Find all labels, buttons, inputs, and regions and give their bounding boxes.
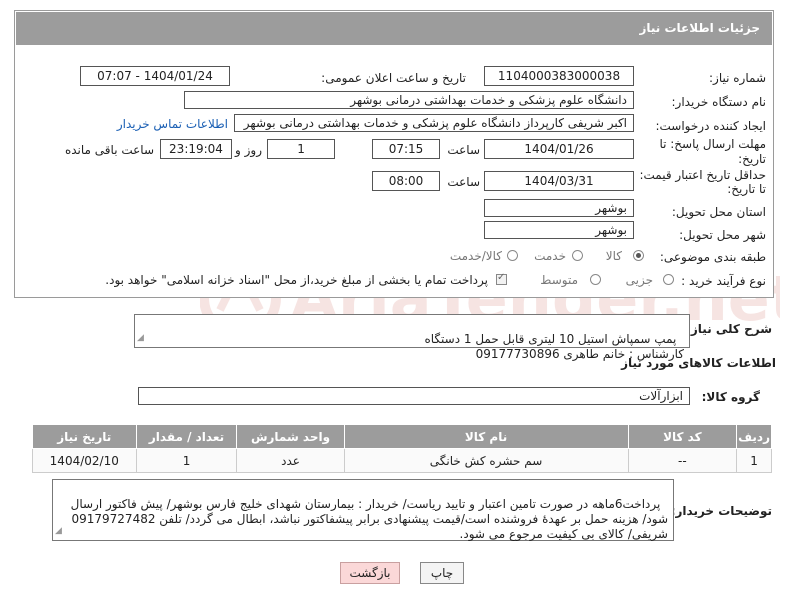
creator-field: اکبر شریفی کارپرداز دانشگاه علوم پزشکی و… <box>234 114 634 132</box>
buyer-notes-textarea[interactable]: پرداخت6ماهه در صورت تامین اعتبار و تایید… <box>52 479 674 541</box>
category-radio-service[interactable] <box>572 250 583 261</box>
deadline-date-field: 1404/01/26 <box>484 139 634 159</box>
cell-need-date: 1404/02/10 <box>32 448 137 473</box>
creator-label: ایجاد کننده درخواست: <box>655 119 766 133</box>
validity-time-field: 08:00 <box>372 171 440 191</box>
cell-item-name: سم حشره کش خانگی <box>343 448 629 473</box>
time-remaining-field: 23:19:04 <box>160 139 232 159</box>
time-remaining-label: ساعت باقی مانده <box>64 143 154 157</box>
deadline-time-field: 07:15 <box>372 139 440 159</box>
process-radio-medium[interactable] <box>590 274 601 285</box>
treasury-checkbox[interactable] <box>496 272 507 285</box>
announce-label: تاریخ و ساعت اعلان عمومی: <box>321 71 466 85</box>
cell-item-code: -- <box>627 448 738 473</box>
category-radio-both[interactable] <box>507 250 518 261</box>
city-label: شهر محل تحویل: <box>679 228 766 242</box>
print-button[interactable]: چاپ <box>420 562 464 584</box>
province-label: استان محل تحویل: <box>671 205 766 219</box>
contact-buyer-link[interactable]: اطلاعات تماس خریدار <box>117 117 228 131</box>
goods-section-title: اطلاعات کالاهای مورد نیاز <box>621 356 776 370</box>
description-label: شرح کلی نیاز: <box>686 322 772 336</box>
buyer-org-field: دانشگاه علوم پزشکی و خدمات بهداشتی درمان… <box>184 91 634 109</box>
col-item-name: نام کالا <box>343 424 629 449</box>
deadline-time-label: ساعت <box>447 143 480 157</box>
category-radio-goods[interactable] <box>633 250 644 261</box>
goods-table-header: ردیف کد کالا نام کالا واحد شمارش تعداد /… <box>32 424 772 449</box>
days-remaining-field: 1 <box>267 139 335 159</box>
panel-title: جزئیات اطلاعات نیاز <box>639 21 760 35</box>
buyer-notes-text: پرداخت6ماهه در صورت تامین اعتبار و تایید… <box>66 497 668 541</box>
col-row-number: ردیف <box>736 424 772 449</box>
deadline-label-date: تاریخ: <box>738 152 766 166</box>
treasury-note: پرداخت تمام یا بخشی از مبلغ خرید،از محل … <box>105 273 488 287</box>
need-number-field: 1104000383000038 <box>484 66 634 86</box>
province-field: بوشهر <box>484 199 634 217</box>
table-row: 1 -- سم حشره کش خانگی عدد 1 1404/02/10 <box>32 448 772 473</box>
back-button[interactable]: بازگشت <box>340 562 400 584</box>
announce-datetime-field: 1404/01/24 - 07:07 <box>80 66 230 86</box>
category-option-goods: کالا <box>605 249 622 263</box>
col-unit: واحد شمارش <box>236 424 345 449</box>
deadline-label: مهلت ارسال پاسخ: تا <box>659 137 766 151</box>
process-type-label: نوع فرآیند خرید : <box>681 274 766 288</box>
process-radio-minor[interactable] <box>663 274 674 285</box>
process-option-medium: متوسط <box>540 273 578 287</box>
buyer-org-label: نام دستگاه خریدار: <box>671 95 767 109</box>
cell-row-number: 1 <box>736 448 772 473</box>
days-label: روز و <box>235 143 262 157</box>
buyer-notes-label: توضیحات خریدار: <box>670 504 772 518</box>
category-label: طبقه بندی موضوعی: <box>659 250 766 264</box>
goods-group-label: گروه کالا: <box>701 390 760 404</box>
city-field: بوشهر <box>484 221 634 239</box>
process-option-minor: جزیی <box>625 273 653 287</box>
category-option-service: خدمت <box>534 249 566 263</box>
validity-label-date: تا تاریخ: <box>727 182 766 196</box>
resize-handle-icon[interactable]: ◢ <box>55 524 62 539</box>
category-option-both: کالا/خدمت <box>449 249 502 263</box>
description-textarea[interactable]: پمپ سمپاش استیل 10 لیتری قابل حمل 1 دستگ… <box>134 314 690 361</box>
validity-label: حداقل تاریخ اعتبار قیمت: <box>639 168 766 182</box>
validity-time-label: ساعت <box>447 175 480 189</box>
resize-handle-icon[interactable]: ◢ <box>137 331 144 346</box>
goods-group-field: ابزارآلات <box>138 387 690 405</box>
validity-date-field: 1404/03/31 <box>484 171 634 191</box>
col-quantity: تعداد / مقدار <box>135 424 238 449</box>
goods-table: ردیف کد کالا نام کالا واحد شمارش تعداد /… <box>32 424 772 473</box>
cell-quantity: 1 <box>135 448 238 473</box>
col-item-code: کد کالا <box>627 424 738 449</box>
panel-header: جزئیات اطلاعات نیاز <box>16 12 772 45</box>
cell-unit: عدد <box>236 448 345 473</box>
col-need-date: تاریخ نیاز <box>32 424 137 449</box>
need-number-label: شماره نیاز: <box>709 71 766 85</box>
